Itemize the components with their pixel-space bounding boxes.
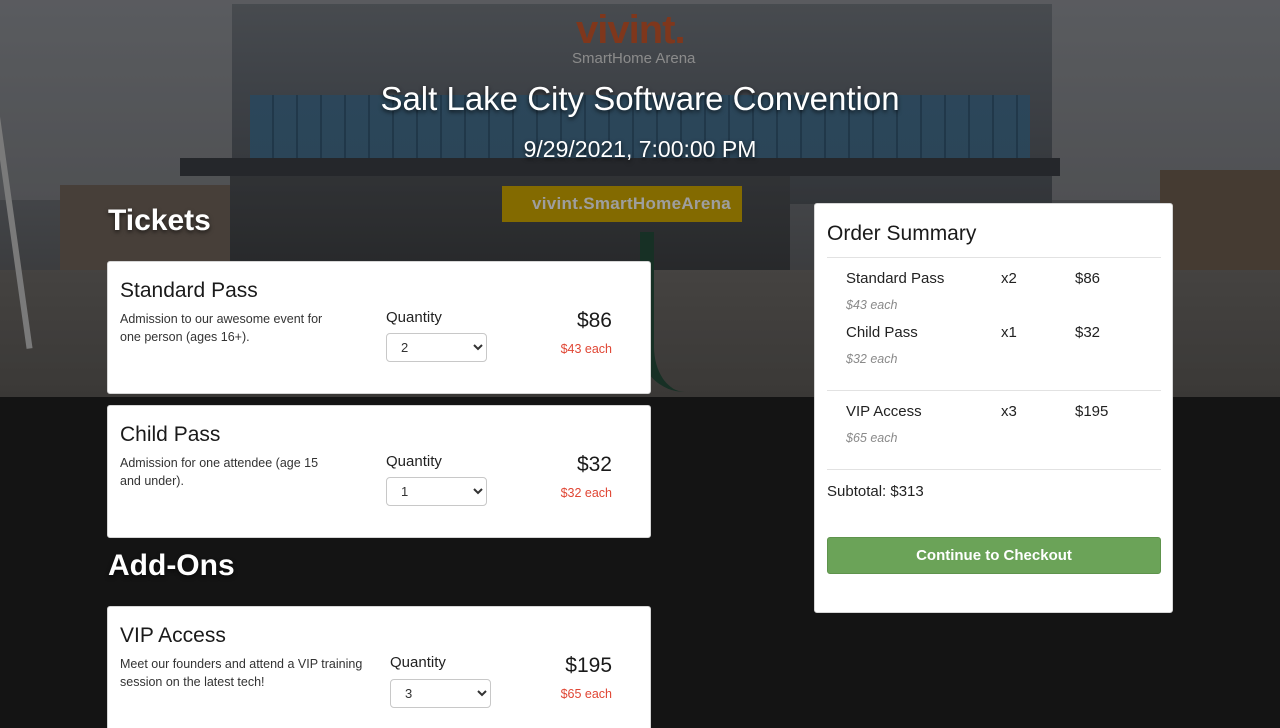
addons-heading: Add-Ons <box>108 549 235 582</box>
summary-line-child-pass: Child Pass x1 $32 <box>846 324 1146 344</box>
addon-name: VIP Access <box>120 624 226 647</box>
summary-line-name: Standard Pass <box>846 270 945 287</box>
summary-line-name: VIP Access <box>846 403 922 420</box>
order-summary-title: Order Summary <box>827 222 977 245</box>
summary-line-price: $195 <box>1075 403 1109 420</box>
quantity-label: Quantity <box>386 309 442 326</box>
summary-line-name: Child Pass <box>846 324 918 341</box>
summary-line-vip-access: VIP Access x3 $195 <box>846 403 1146 423</box>
event-title: Salt Lake City Software Convention <box>380 80 900 117</box>
addon-price-each: $65 each <box>560 687 612 701</box>
ticket-card-child-pass: Child Pass Admission for one attendee (a… <box>107 405 651 538</box>
summary-divider <box>827 469 1161 470</box>
addon-total: $195 <box>565 654 612 677</box>
event-date: 9/29/2021, 7:00:00 PM <box>523 136 757 162</box>
quantity-select-child-pass[interactable]: 1 <box>386 477 487 506</box>
ticket-name: Standard Pass <box>120 279 258 302</box>
order-subtotal: Subtotal: $313 <box>827 483 924 500</box>
summary-line-qty: x2 <box>1001 270 1017 287</box>
addon-description: Meet our founders and attend a VIP train… <box>120 657 363 689</box>
order-summary-panel: Order Summary Standard Pass x2 $86 $43 e… <box>814 203 1173 613</box>
summary-line-qty: x1 <box>1001 324 1017 341</box>
addon-card-vip-access: VIP Access Meet our founders and attend … <box>107 606 651 728</box>
summary-line-price: $32 <box>1075 324 1101 341</box>
quantity-label: Quantity <box>386 453 442 470</box>
summary-line-standard-pass: Standard Pass x2 $86 <box>846 270 1146 290</box>
ticket-card-standard-pass: Standard Pass Admission to our awesome e… <box>107 261 651 394</box>
summary-line-each: $43 each <box>846 298 898 312</box>
summary-line-price: $86 <box>1075 270 1101 287</box>
quantity-select-vip-access[interactable]: 3 <box>390 679 491 708</box>
ticket-price-each: $43 each <box>560 342 612 356</box>
tickets-heading: Tickets <box>108 204 211 237</box>
continue-to-checkout-button[interactable]: Continue to Checkout <box>827 537 1161 574</box>
summary-divider <box>827 257 1161 258</box>
ticket-total: $86 <box>576 309 612 332</box>
summary-line-qty: x3 <box>1001 403 1017 420</box>
ticket-total: $32 <box>576 453 612 476</box>
quantity-label: Quantity <box>390 654 446 671</box>
summary-line-each: $32 each <box>846 352 898 366</box>
quantity-select-standard-pass[interactable]: 2 <box>386 333 487 362</box>
ticket-name: Child Pass <box>120 423 221 446</box>
ticket-price-each: $32 each <box>560 486 612 500</box>
ticket-description: Admission to our awesome event for one p… <box>120 312 323 344</box>
ticket-description: Admission for one attendee (age 15 and u… <box>120 456 319 488</box>
summary-line-each: $65 each <box>846 431 898 445</box>
summary-divider <box>827 390 1161 391</box>
